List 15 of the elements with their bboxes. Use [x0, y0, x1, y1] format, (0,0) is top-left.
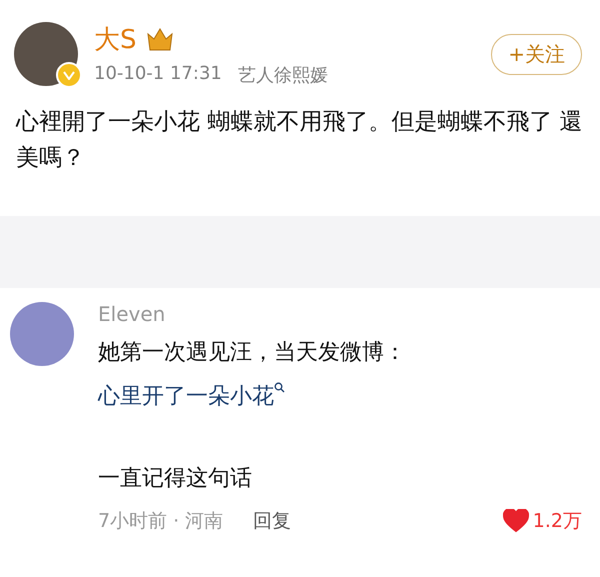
- crown-badge-icon: [144, 26, 175, 52]
- comment-text: 她第一次遇见汪，当天发微博：: [98, 339, 407, 367]
- post-time: 10-10-1 17:31: [94, 62, 222, 86]
- author-title: 艺人徐熙媛: [238, 64, 328, 86]
- heart-icon[interactable]: [502, 509, 529, 533]
- reply-link[interactable]: 回复: [253, 508, 292, 534]
- comment-text: 一直记得这句话: [98, 465, 253, 493]
- commenter-name[interactable]: Eleven: [98, 302, 582, 326]
- like-count: 1.2万: [532, 509, 582, 534]
- comment-time: 7小时前 · 河南: [98, 509, 224, 534]
- search-icon: [274, 382, 285, 393]
- author-name[interactable]: 大S: [94, 22, 137, 56]
- post-text: 心裡開了一朵小花 蝴蝶就不用飛了。但是蝴蝶不飛了 還美嗎？: [14, 108, 584, 173]
- follow-button[interactable]: +关注: [491, 34, 582, 74]
- topic-link[interactable]: 心里开了一朵小花: [98, 382, 274, 412]
